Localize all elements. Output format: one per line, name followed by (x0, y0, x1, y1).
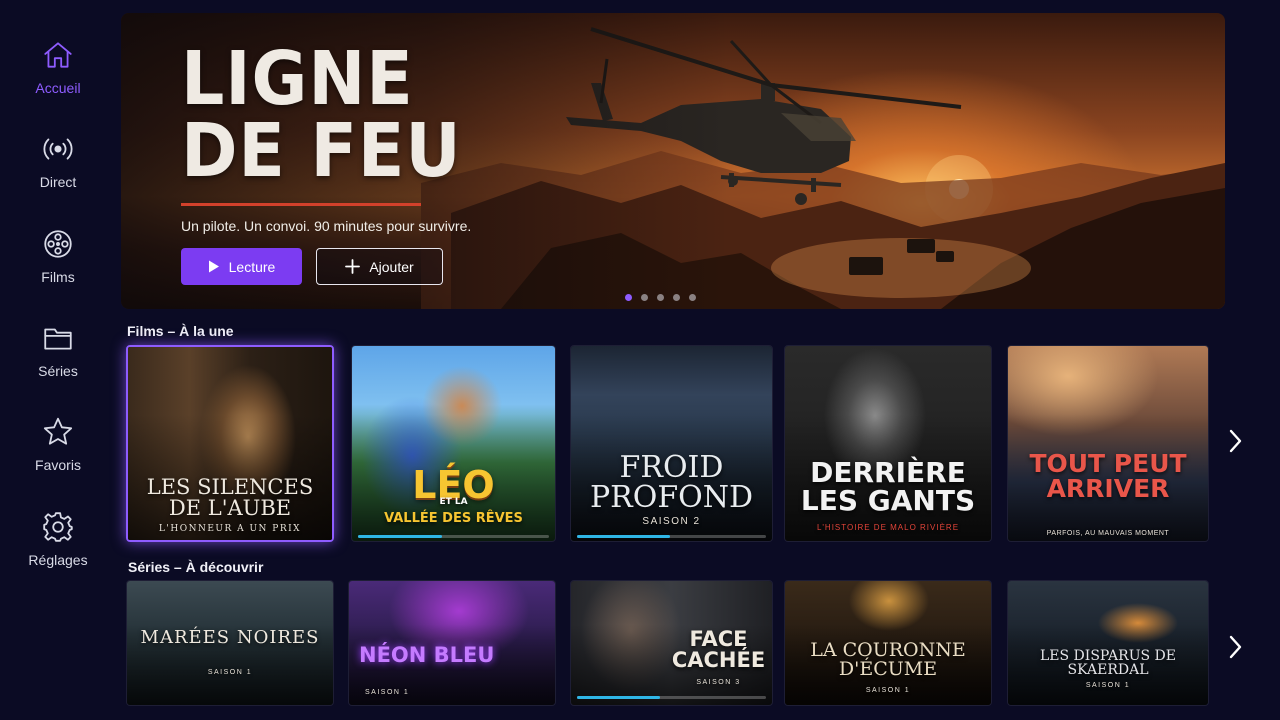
play-button-label: Lecture (228, 258, 276, 275)
card-title-second-line: VALLÉE DES RÊVES (384, 511, 523, 526)
films-row-next-arrow[interactable] (1223, 421, 1247, 461)
film-card-froid-profond[interactable]: FROID PROFOND SAISON 2 (570, 345, 773, 542)
folder-icon (40, 320, 76, 356)
chevron-right-icon (1229, 635, 1242, 659)
card-title: DERRIÈRE LES GANTS (800, 456, 976, 517)
chevron-right-icon (1229, 429, 1242, 453)
hero-title: LIGNE DE FEU (181, 36, 462, 194)
series-card-neon-bleu[interactable]: NÉON BLEU SAISON 1 (348, 580, 556, 706)
watch-progress-bar (358, 535, 549, 538)
sidebar-item-accueil[interactable]: Accueil (0, 37, 116, 117)
carousel-indicators (625, 294, 696, 301)
card-title: LA COURONNE D'ÉCUME (810, 639, 966, 680)
series-card-la-couronne-decume[interactable]: LA COURONNE D'ÉCUME SAISON 1 (784, 580, 992, 706)
card-subtitle: PARFOIS, AU MAUVAIS MOMENT (1046, 530, 1170, 537)
card-subtitle: SAISON 1 (865, 687, 911, 694)
plus-icon (345, 259, 361, 274)
card-subtitle: SAISON 2 (642, 516, 701, 527)
carousel-dot[interactable] (641, 294, 648, 301)
card-subtitle: L'HONNEUR A UN PRIX (158, 524, 302, 534)
films-row-title: Films – À la une (127, 323, 234, 339)
card-title: FROID PROFOND (589, 450, 754, 515)
carousel-dot[interactable] (657, 294, 664, 301)
play-icon (208, 260, 219, 273)
card-subtitle: SAISON 1 (1085, 682, 1131, 689)
watch-progress-fill (577, 696, 661, 699)
sidebar-item-label: Direct (39, 174, 77, 190)
sidebar-item-series[interactable]: Séries (0, 320, 116, 400)
sidebar: Accueil Direct Films Séries Favoris Régl… (0, 0, 116, 720)
sidebar-item-favoris[interactable]: Favoris (0, 414, 116, 494)
add-button-label: Ajouter (369, 258, 414, 275)
hero-tagline: Un pilote. Un convoi. 90 minutes pour su… (181, 218, 472, 234)
card-title-connector: ET LA (439, 497, 468, 507)
home-icon (40, 37, 76, 73)
sidebar-item-label: Films (41, 269, 75, 285)
sidebar-item-direct[interactable]: Direct (0, 131, 116, 211)
sidebar-item-reglages[interactable]: Réglages (0, 509, 116, 589)
series-row-next-arrow[interactable] (1223, 627, 1247, 667)
carousel-dot[interactable] (689, 294, 696, 301)
sidebar-item-films[interactable]: Films (0, 226, 116, 306)
film-card-les-silences-de-laube[interactable]: LES SILENCES DE L'AUBE L'HONNEUR A UN PR… (126, 345, 334, 542)
hero-title-underline (181, 203, 421, 206)
carousel-dot[interactable] (625, 294, 632, 301)
film-card-leo[interactable]: LÉO ET LA VALLÉE DES RÊVES (351, 345, 556, 542)
card-title: LES SILENCES DE L'AUBE (146, 475, 314, 520)
card-title: NÉON BLEU (359, 643, 495, 667)
broadcast-icon (40, 131, 76, 167)
poster-shade (1008, 346, 1208, 541)
film-reel-icon (40, 226, 76, 262)
gear-icon (40, 509, 76, 545)
sidebar-item-label: Accueil (35, 80, 81, 96)
play-button[interactable]: Lecture (181, 248, 302, 285)
sidebar-item-label: Favoris (35, 457, 81, 473)
card-title: MARÉES NOIRES (140, 627, 320, 648)
carousel-dot[interactable] (673, 294, 680, 301)
hero-title-line-1: LIGNE (181, 36, 414, 122)
watch-progress-fill (358, 535, 443, 538)
card-title: FACE CACHÉE (671, 627, 766, 672)
card-subtitle: SAISON 3 (696, 679, 741, 686)
add-to-list-button[interactable]: Ajouter (316, 248, 443, 285)
card-subtitle: L'HISTOIRE DE MALO RIVIÈRE (816, 523, 960, 532)
film-card-derriere-les-gants[interactable]: DERRIÈRE LES GANTS L'HISTOIRE DE MALO RI… (784, 345, 992, 542)
series-card-les-disparus-de-skaerdal[interactable]: LES DISPARUS DE SKAERDAL SAISON 1 (1007, 580, 1209, 706)
series-card-marees-noires[interactable]: MARÉES NOIRES SAISON 1 (126, 580, 334, 706)
star-icon (40, 414, 76, 450)
card-title: LES DISPARUS DE SKAERDAL (1040, 648, 1176, 678)
hero-title-line-2: DE FEU (181, 108, 462, 194)
card-subtitle: SAISON 1 (207, 669, 253, 676)
sidebar-item-label: Séries (38, 363, 78, 379)
film-card-tout-peut-arriver[interactable]: TOUT PEUT ARRIVER PARFOIS, AU MAUVAIS MO… (1007, 345, 1209, 542)
series-card-face-cachee[interactable]: FACE CACHÉE SAISON 3 (570, 580, 773, 706)
card-subtitle: SAISON 1 (365, 689, 410, 696)
watch-progress-bar (577, 535, 766, 538)
card-title: TOUT PEUT ARRIVER (1029, 449, 1187, 503)
watch-progress-fill (577, 535, 670, 538)
hero-banner[interactable]: LIGNE DE FEU Un pilote. Un convoi. 90 mi… (121, 13, 1225, 309)
watch-progress-bar (577, 696, 766, 699)
series-row-title: Séries – À découvrir (128, 559, 264, 575)
sidebar-item-label: Réglages (28, 552, 88, 568)
